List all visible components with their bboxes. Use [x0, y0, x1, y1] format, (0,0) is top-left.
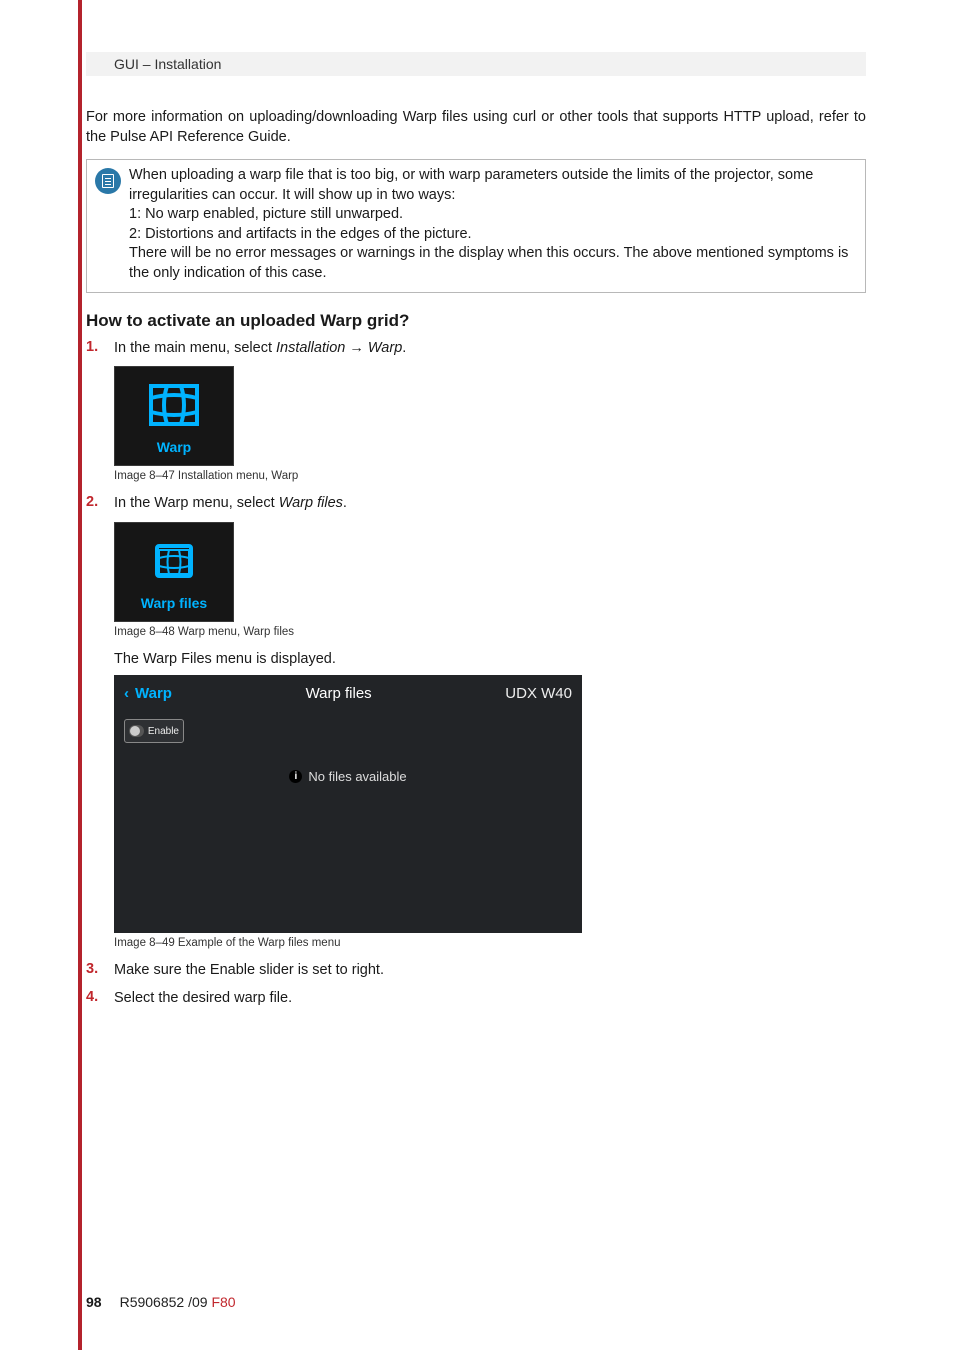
warpfiles-thumb: Warp files: [114, 522, 234, 622]
note-callout: When uploading a warp file that is too b…: [86, 159, 866, 292]
step1-italic: Installation → Warp: [276, 340, 402, 356]
figure-48: Warp files Image 8–48 Warp menu, Warp fi…: [114, 522, 866, 950]
menu-header: ‹ Warp Warp files UDX W40: [114, 675, 582, 711]
figure-47: Warp Image 8–47 Installation menu, Warp: [114, 366, 866, 482]
step-2: 2. In the Warp menu, select Warp files.: [86, 494, 866, 514]
note-line2: 1: No warp enabled, picture still unwarp…: [129, 205, 857, 225]
note-icon-wrap: [95, 166, 129, 283]
step-number: 2.: [86, 494, 114, 514]
page-footer: 98 R5906852 /09 F80: [86, 1294, 236, 1310]
step-4: 4. Select the desired warp file.: [86, 989, 866, 1009]
warp-thumb-label: Warp: [157, 439, 191, 455]
intro-paragraph: For more information on uploading/downlo…: [86, 108, 866, 147]
warp-files-menu-screenshot: ‹ Warp Warp files UDX W40 Enable i No fi…: [114, 675, 582, 933]
note-line3: 2: Distortions and artifacts in the edge…: [129, 225, 857, 245]
step-text: In the main menu, select Installation → …: [114, 339, 406, 359]
page-content: For more information on uploading/downlo…: [86, 108, 866, 1016]
step-1: 1. In the main menu, select Installation…: [86, 339, 866, 359]
menu-title: Warp files: [306, 685, 372, 702]
empty-state: i No files available: [114, 769, 582, 784]
page-number: 98: [86, 1294, 102, 1310]
step2-pre: In the Warp menu, select: [114, 495, 279, 511]
doc-reference: R5906852 /09 F80: [120, 1294, 236, 1310]
step-number: 4.: [86, 989, 114, 1009]
step-number: 1.: [86, 339, 114, 359]
note-line4: There will be no error messages or warni…: [129, 244, 857, 283]
section-heading: How to activate an uploaded Warp grid?: [86, 311, 866, 331]
back-button[interactable]: ‹ Warp: [124, 685, 172, 702]
chevron-left-icon: ‹: [124, 685, 129, 702]
back-label: Warp: [135, 685, 172, 702]
empty-text: No files available: [308, 769, 406, 784]
step1-post: .: [402, 340, 406, 356]
step-text: Make sure the Enable slider is set to ri…: [114, 961, 384, 981]
fig47-caption: Image 8–47 Installation menu, Warp: [114, 470, 866, 482]
step-text: In the Warp menu, select Warp files.: [114, 494, 347, 514]
fig49-caption: Image 8–49 Example of the Warp files men…: [114, 937, 866, 949]
step2-post: .: [343, 495, 347, 511]
step2-followup: The Warp Files menu is displayed.: [114, 650, 866, 670]
device-label: UDX W40: [505, 685, 572, 702]
breadcrumb-text: GUI – Installation: [114, 56, 221, 72]
document-icon: [102, 174, 114, 188]
doc-model: F80: [211, 1294, 235, 1310]
side-rule: [78, 0, 82, 1350]
note-text: When uploading a warp file that is too b…: [129, 166, 857, 283]
step-text: Select the desired warp file.: [114, 989, 292, 1009]
step2-italic: Warp files: [279, 495, 343, 511]
fig48-caption: Image 8–48 Warp menu, Warp files: [114, 626, 866, 638]
warp-thumb: Warp: [114, 366, 234, 466]
enable-toggle[interactable]: Enable: [124, 719, 184, 743]
info-icon: i: [289, 770, 302, 783]
warp-icon: [149, 381, 199, 429]
warpfiles-icon: [149, 537, 199, 585]
step1-pre: In the main menu, select: [114, 340, 276, 356]
note-icon: [95, 168, 121, 194]
warpfiles-thumb-label: Warp files: [141, 595, 207, 611]
breadcrumb: GUI – Installation: [86, 52, 866, 76]
doc-code: R5906852 /09: [120, 1294, 212, 1310]
step-3: 3. Make sure the Enable slider is set to…: [86, 961, 866, 981]
toggle-icon: [129, 725, 144, 737]
note-line1: When uploading a warp file that is too b…: [129, 166, 857, 205]
step-number: 3.: [86, 961, 114, 981]
enable-label: Enable: [148, 726, 179, 737]
